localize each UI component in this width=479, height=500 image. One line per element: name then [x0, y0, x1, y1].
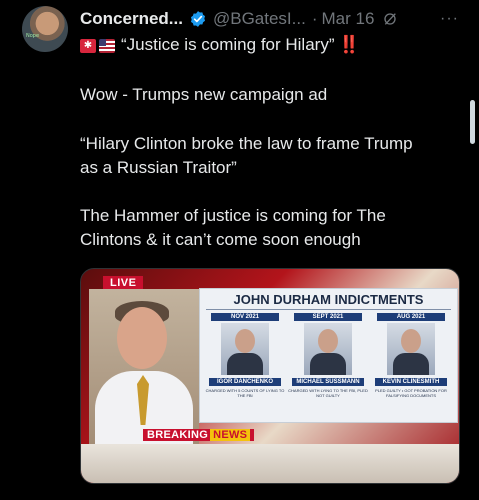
red-emoji-icon: ✱: [80, 38, 96, 53]
column-desc: PLED GUILTY • GOT PROBATION FOR FALSIFYI…: [375, 388, 447, 398]
emoji-group: ✱: [80, 38, 115, 53]
portrait-image: [387, 323, 435, 375]
indictment-column: NOV 2021 IGOR DANCHENKO CHARGED WITH 5 C…: [205, 313, 285, 398]
more-options-icon[interactable]: ···: [440, 10, 459, 28]
speaker-image: [89, 289, 199, 444]
tweet-line-4: as a Russian Traitor”: [80, 158, 237, 177]
column-month: SEPT 2021: [294, 313, 362, 321]
grok-icon[interactable]: [382, 11, 398, 27]
indictment-column: AUG 2021 KEVIN CLINESMITH PLED GUILTY • …: [371, 313, 451, 398]
tweet-date[interactable]: Mar 16: [322, 9, 375, 29]
tweet-header: Concerned... @BGatesI... · Mar 16: [80, 8, 398, 30]
panel-title: JOHN DURHAM INDICTMENTS: [233, 292, 424, 307]
breaking-label: BREAKING: [147, 429, 209, 441]
author-avatar[interactable]: Nope: [22, 6, 68, 52]
tweet-line-1: ✱ “Justice is coming for Hilary” ‼️: [80, 34, 360, 56]
scrollbar-thumb[interactable]: [470, 100, 475, 144]
double-exclamation-icon: ‼️: [338, 35, 360, 54]
column-desc: CHARGED WITH 5 COUNTS OF LYING TO THE FB…: [205, 388, 285, 398]
live-badge: LIVE: [103, 276, 144, 290]
column-month: AUG 2021: [377, 313, 445, 321]
column-name: KEVIN CLINESMITH: [375, 378, 447, 386]
indictments-panel: JOHN DURHAM INDICTMENTS NOV 2021 IGOR DA…: [199, 288, 458, 423]
portrait-image: [221, 323, 269, 375]
column-name: IGOR DANCHENKO: [209, 378, 281, 386]
tweet-line-5: The Hammer of justice is coming for The: [80, 206, 386, 225]
column-month: NOV 2021: [211, 313, 279, 321]
tweet-line-3: “Hilary Clinton broke the law to frame T…: [80, 134, 413, 153]
tweet-line-6: Clintons & it can’t come soon enough: [80, 230, 361, 249]
author-handle[interactable]: @BGatesI...: [213, 9, 306, 29]
column-desc: CHARGED WITH LYING TO THE FBI, PLED NOT …: [288, 388, 368, 398]
separator-dot: ·: [311, 9, 318, 28]
tweet-quote: “Justice is coming for Hilary”: [121, 35, 335, 54]
ticker-bar: [81, 444, 459, 483]
video-player[interactable]: LIVE JOHN DURHAM INDICTMENTS NOV 2021 IG…: [80, 268, 460, 484]
indictment-column: SEPT 2021 MICHAEL SUSSMANN CHARGED WITH …: [288, 313, 368, 398]
breaking-news-banner: BREAKING NEWS: [143, 429, 255, 441]
verified-badge-icon: [190, 11, 206, 27]
portrait-image: [304, 323, 352, 375]
us-flag-icon: [99, 38, 115, 53]
column-name: MICHAEL SUSSMANN: [292, 378, 364, 386]
avatar-caption: Nope: [26, 33, 40, 39]
author-display-name[interactable]: Concerned...: [80, 9, 183, 29]
news-label: NEWS: [210, 429, 251, 441]
tweet-line-2: Wow - Trumps new campaign ad: [80, 85, 328, 104]
